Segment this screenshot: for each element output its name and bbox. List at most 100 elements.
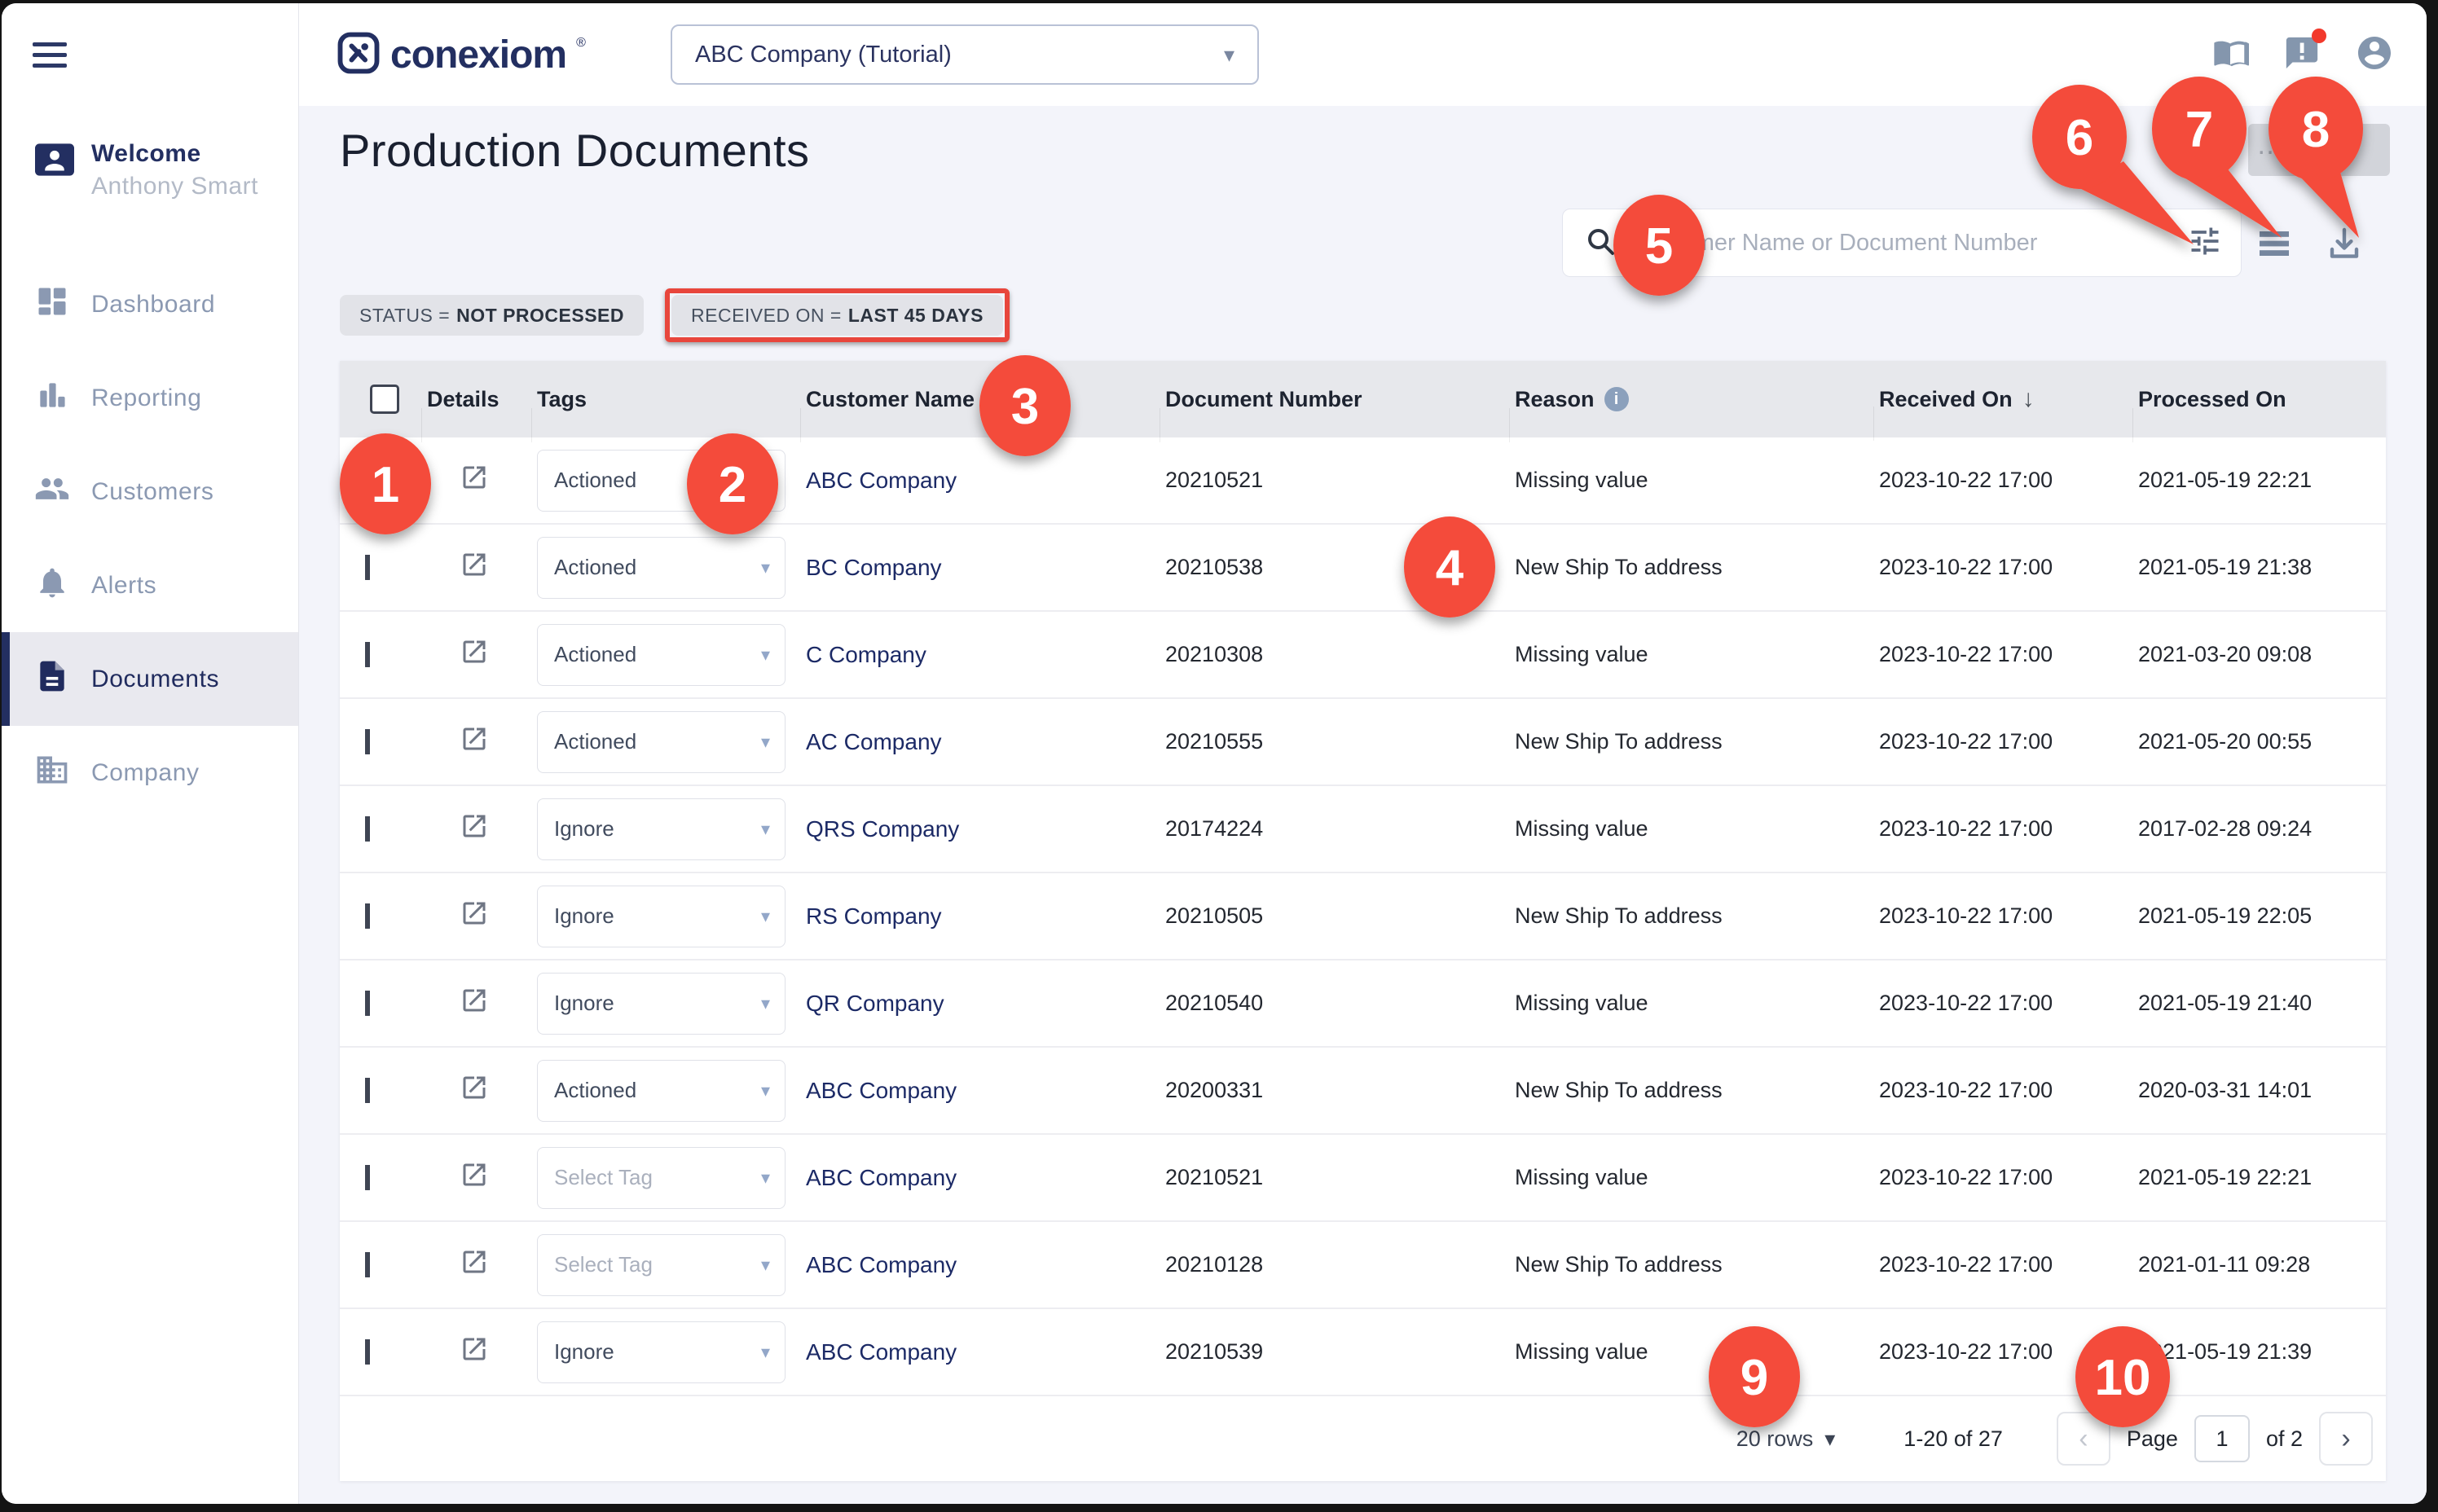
open-details-icon[interactable] xyxy=(460,1073,489,1108)
open-details-icon[interactable] xyxy=(460,899,489,934)
customer-link[interactable]: ABC Company xyxy=(806,1339,957,1365)
search-icon xyxy=(1584,225,1617,262)
filter-chip-received-on[interactable]: RECEIVED ON = LAST 45 DAYS xyxy=(671,295,1003,336)
column-header-tags[interactable]: Tags xyxy=(531,387,800,412)
sidebar-item-company[interactable]: Company xyxy=(2,726,298,820)
column-header-reason[interactable]: Reasoni xyxy=(1509,387,1873,412)
company-selector[interactable]: ABC Company (Tutorial) ▾ xyxy=(671,24,1259,85)
tag-select[interactable]: Actioned ▾ xyxy=(537,711,786,773)
filter-chip-status[interactable]: STATUS = NOT PROCESSED xyxy=(340,295,644,336)
open-details-icon[interactable] xyxy=(460,986,489,1021)
received-on-cell: 2023-10-22 17:00 xyxy=(1873,642,2132,667)
processed-on-cell: 2021-03-20 09:08 xyxy=(2132,642,2386,667)
filter-sliders-icon[interactable] xyxy=(2187,223,2223,263)
customer-link[interactable]: RS Company xyxy=(806,903,942,929)
chevron-down-icon: ▾ xyxy=(761,819,770,840)
sidebar-item-reporting[interactable]: Reporting xyxy=(2,351,298,445)
tag-select[interactable]: Ignore ▾ xyxy=(537,886,786,947)
page-label: Page xyxy=(2127,1426,2178,1452)
customer-link[interactable]: AC Company xyxy=(806,729,942,754)
received-on-cell: 2023-10-22 17:00 xyxy=(1873,729,2132,754)
rows-per-page-select[interactable]: 20 rows ▾ xyxy=(1736,1426,1836,1452)
column-header-processed-on[interactable]: Processed On xyxy=(2132,387,2386,412)
document-number-cell: 20210128 xyxy=(1160,1252,1509,1277)
more-actions-button[interactable]: … xyxy=(2248,124,2390,176)
customer-link[interactable]: ABC Company xyxy=(806,468,957,493)
column-header-details[interactable]: Details xyxy=(421,387,531,412)
open-details-icon[interactable] xyxy=(460,1247,489,1282)
sidebar-item-documents[interactable]: Documents xyxy=(2,632,298,726)
chevron-down-icon: ▾ xyxy=(1224,42,1234,68)
tag-select[interactable]: Actioned ▾ xyxy=(537,624,786,686)
row-checkbox[interactable] xyxy=(365,555,370,580)
customer-link[interactable]: ABC Company xyxy=(806,1165,957,1190)
open-details-icon[interactable] xyxy=(460,463,489,498)
tag-select[interactable]: Actioned ▾ xyxy=(537,537,786,599)
document-number-cell: 20210539 xyxy=(1160,1339,1509,1365)
sidebar-item-customers[interactable]: Customers xyxy=(2,445,298,538)
sidebar-item-dashboard[interactable]: Dashboard xyxy=(2,257,298,351)
select-all-checkbox[interactable] xyxy=(370,385,399,414)
row-checkbox[interactable] xyxy=(365,816,370,842)
column-settings-icon[interactable] xyxy=(2255,224,2294,267)
reason-cell: Missing value xyxy=(1509,468,1873,493)
help-book-icon[interactable] xyxy=(2211,34,2249,76)
open-details-icon[interactable] xyxy=(460,1334,489,1369)
chip-value: LAST 45 DAYS xyxy=(848,305,984,327)
open-details-icon[interactable] xyxy=(460,811,489,846)
download-icon[interactable] xyxy=(2325,224,2364,267)
row-checkbox[interactable] xyxy=(365,642,370,667)
chevron-down-icon: ▾ xyxy=(761,1080,770,1101)
previous-page-button[interactable]: ‹ xyxy=(2057,1412,2110,1466)
document-number-cell: 20210521 xyxy=(1160,468,1509,493)
sidebar-item-alerts[interactable]: Alerts xyxy=(2,538,298,632)
customer-link[interactable]: C Company xyxy=(806,642,926,667)
open-details-icon[interactable] xyxy=(460,550,489,585)
account-icon[interactable] xyxy=(2355,33,2394,77)
page-number-input[interactable] xyxy=(2194,1415,2250,1462)
sidebar-item-label: Reporting xyxy=(91,385,201,412)
chevron-down-icon: ▾ xyxy=(761,470,770,491)
search-input[interactable] xyxy=(1631,229,2172,257)
chevron-down-icon: ▾ xyxy=(761,993,770,1014)
customer-link[interactable]: QR Company xyxy=(806,991,944,1016)
document-number-cell: 20210505 xyxy=(1160,903,1509,929)
customer-link[interactable]: BC Company xyxy=(806,555,942,580)
column-header-received-on[interactable]: Received On↓ xyxy=(1873,385,2132,413)
customer-link[interactable]: QRS Company xyxy=(806,816,959,842)
row-checkbox[interactable] xyxy=(365,1078,370,1103)
processed-on-cell: 2021-05-20 00:55 xyxy=(2132,729,2386,754)
tag-select[interactable]: Ignore ▾ xyxy=(537,973,786,1035)
next-page-button[interactable]: › xyxy=(2319,1412,2373,1466)
customer-link[interactable]: ABC Company xyxy=(806,1078,957,1103)
row-checkbox[interactable] xyxy=(365,903,370,929)
customer-link[interactable]: ABC Company xyxy=(806,1252,957,1277)
dashboard-icon xyxy=(34,284,70,326)
tag-select[interactable]: Actioned ▾ xyxy=(537,450,786,512)
row-checkbox[interactable] xyxy=(365,991,370,1016)
row-checkbox[interactable] xyxy=(365,1339,370,1365)
column-header-document-number[interactable]: Document Number xyxy=(1160,387,1509,412)
tag-select[interactable]: Select Tag ▾ xyxy=(537,1234,786,1296)
open-details-icon[interactable] xyxy=(460,724,489,759)
table-row: Ignore ▾ QR Company 20210540 Missing val… xyxy=(340,960,2386,1048)
tag-select[interactable]: Ignore ▾ xyxy=(537,798,786,860)
row-checkbox[interactable] xyxy=(365,468,370,493)
document-number-cell: 20210521 xyxy=(1160,1165,1509,1190)
chevron-down-icon: ▾ xyxy=(761,1342,770,1363)
open-details-icon[interactable] xyxy=(460,1160,489,1195)
table-row: Ignore ▾ RS Company 20210505 New Ship To… xyxy=(340,873,2386,960)
menu-toggle-icon[interactable] xyxy=(33,42,67,74)
sort-desc-icon: ↓ xyxy=(2022,385,2035,413)
table-row: Actioned ▾ ABC Company 20200331 New Ship… xyxy=(340,1048,2386,1135)
row-checkbox[interactable] xyxy=(365,1252,370,1277)
column-header-customer-name[interactable]: Customer Name xyxy=(800,387,1160,412)
feedback-alert-icon[interactable] xyxy=(2283,34,2321,76)
tag-select[interactable]: Select Tag ▾ xyxy=(537,1147,786,1209)
row-checkbox[interactable] xyxy=(365,1165,370,1190)
open-details-icon[interactable] xyxy=(460,637,489,672)
row-checkbox[interactable] xyxy=(365,729,370,754)
tag-select[interactable]: Actioned ▾ xyxy=(537,1060,786,1122)
building-icon xyxy=(34,752,70,794)
tag-select[interactable]: Ignore ▾ xyxy=(537,1321,786,1383)
